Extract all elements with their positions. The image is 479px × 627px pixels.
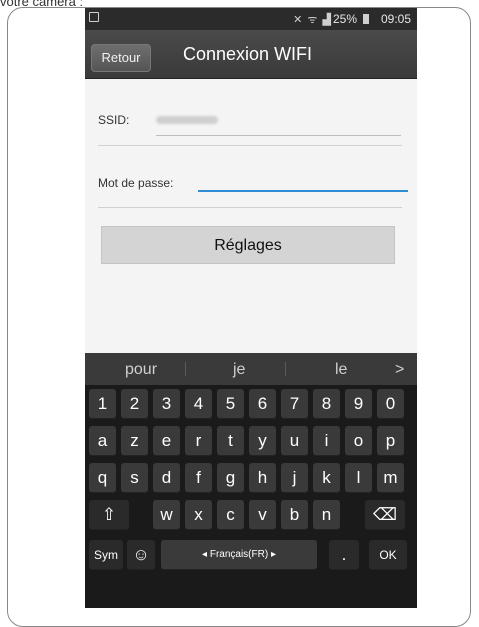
letter-row-3: ⇧ w x c v b n ⌫ xyxy=(89,500,413,530)
back-button[interactable]: Retour xyxy=(91,44,151,72)
key[interactable]: 7 xyxy=(281,389,308,419)
phone-screen: ✕ ᯤ ▟ 25% 09:05 Retour Connexion WIFI SS… xyxy=(85,8,417,608)
key[interactable]: 2 xyxy=(121,389,148,419)
key[interactable]: f xyxy=(185,463,212,493)
ok-key[interactable]: OK xyxy=(369,540,407,570)
divider xyxy=(185,362,186,376)
key[interactable]: 1 xyxy=(89,389,116,419)
key[interactable]: 0 xyxy=(377,389,404,419)
title-bar: Retour Connexion WIFI xyxy=(85,30,417,79)
key[interactable]: 9 xyxy=(345,389,372,419)
key[interactable]: i xyxy=(313,426,340,456)
keyboard: pour je le > 1 2 3 4 5 6 7 8 9 0 a z e r… xyxy=(85,353,417,608)
divider xyxy=(285,362,286,376)
ssid-row: SSID: xyxy=(98,113,402,136)
settings-button[interactable]: Réglages xyxy=(101,226,395,264)
suggestion-item[interactable]: pour xyxy=(125,361,157,379)
password-label: Mot de passe: xyxy=(98,176,174,190)
key[interactable]: q xyxy=(89,463,116,493)
letter-row-1: a z e r t y u i o p xyxy=(89,426,413,456)
key[interactable]: 8 xyxy=(313,389,340,419)
signal-icon: ✕ ᯤ ▟ xyxy=(293,14,332,26)
key[interactable]: m xyxy=(377,463,404,493)
period-key[interactable]: . xyxy=(329,540,359,570)
key[interactable]: x xyxy=(185,500,212,530)
key[interactable]: c xyxy=(217,500,244,530)
screenshot-notification-icon xyxy=(89,12,99,22)
key[interactable]: 4 xyxy=(185,389,212,419)
emoji-key[interactable]: ☺ xyxy=(127,540,155,570)
key[interactable]: p xyxy=(377,426,404,456)
key[interactable]: d xyxy=(153,463,180,493)
divider xyxy=(98,207,402,208)
page-title: Connexion WIFI xyxy=(183,44,313,64)
key[interactable]: n xyxy=(313,500,340,530)
suggestion-item[interactable]: le xyxy=(335,361,347,379)
suggestion-item[interactable]: je xyxy=(233,361,245,379)
ssid-value-blurred xyxy=(156,116,218,124)
key[interactable]: z xyxy=(121,426,148,456)
key[interactable]: e xyxy=(153,426,180,456)
key[interactable]: a xyxy=(89,426,116,456)
suggestions-more-button[interactable]: > xyxy=(395,361,404,379)
sym-key[interactable]: Sym xyxy=(89,540,123,570)
space-key[interactable]: ◂ Français(FR) ▸ xyxy=(161,540,317,570)
key[interactable]: l xyxy=(345,463,372,493)
key[interactable]: g xyxy=(217,463,244,493)
status-bar: ✕ ᯤ ▟ 25% 09:05 xyxy=(85,8,417,30)
key[interactable]: j xyxy=(281,463,308,493)
key[interactable]: w xyxy=(153,500,180,530)
password-row: Mot de passe: xyxy=(98,170,408,196)
suggestion-bar: pour je le > xyxy=(85,353,417,385)
letter-row-2: q s d f g h j k l m xyxy=(89,463,413,493)
key[interactable]: k xyxy=(313,463,340,493)
battery-percent: 25% xyxy=(332,12,357,26)
key[interactable]: b xyxy=(281,500,308,530)
key[interactable]: t xyxy=(217,426,244,456)
key[interactable]: h xyxy=(249,463,276,493)
key[interactable]: u xyxy=(281,426,308,456)
battery-icon xyxy=(363,14,369,24)
key[interactable]: 6 xyxy=(249,389,276,419)
key[interactable]: v xyxy=(249,500,276,530)
key[interactable]: 3 xyxy=(153,389,180,419)
password-input[interactable] xyxy=(198,170,408,192)
key[interactable]: r xyxy=(185,426,212,456)
key[interactable]: 5 xyxy=(217,389,244,419)
bottom-row: Sym ☺ ◂ Français(FR) ▸ . OK xyxy=(89,540,413,570)
key[interactable]: s xyxy=(121,463,148,493)
clock: 09:05 xyxy=(380,12,411,26)
key[interactable]: o xyxy=(345,426,372,456)
key[interactable]: y xyxy=(249,426,276,456)
shift-key[interactable]: ⇧ xyxy=(89,500,129,530)
backspace-key[interactable]: ⌫ xyxy=(365,500,405,530)
ssid-underline xyxy=(156,135,401,136)
number-row: 1 2 3 4 5 6 7 8 9 0 xyxy=(89,389,413,419)
ssid-label: SSID: xyxy=(98,113,130,127)
divider xyxy=(98,145,402,146)
